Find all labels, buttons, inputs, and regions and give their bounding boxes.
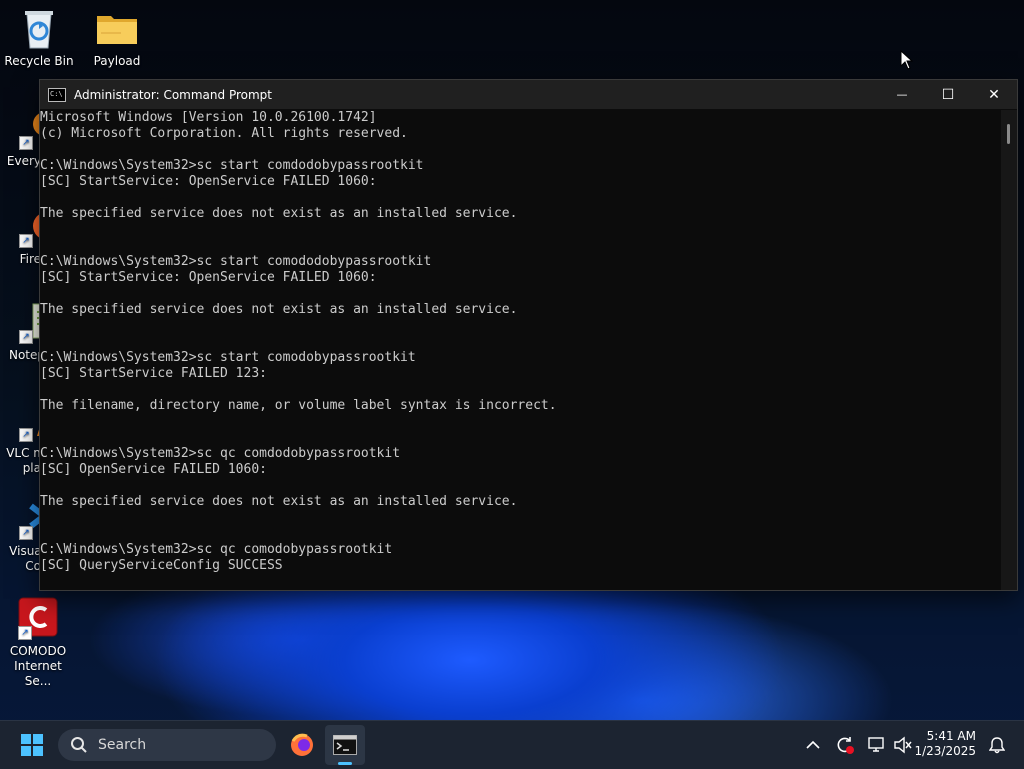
minimize-icon: — <box>896 88 908 101</box>
search-placeholder: Search <box>98 737 147 753</box>
desktop-icon-payload[interactable]: Payload <box>81 6 153 69</box>
console-line: [SC] StartService: OpenService FAILED 10… <box>40 270 377 285</box>
sync-status-button[interactable] <box>832 733 858 757</box>
clock-time: 5:41 AM <box>926 729 976 743</box>
desktop-icon-recycle-bin[interactable]: Recycle Bin <box>3 6 75 69</box>
close-button[interactable]: ✕ <box>971 80 1017 109</box>
shortcut-arrow-icon: ↗ <box>19 330 33 344</box>
shortcut-arrow-icon: ↗ <box>19 428 33 442</box>
console-line: (c) Microsoft Corporation. All rights re… <box>40 126 408 141</box>
sync-icon <box>837 737 854 754</box>
command-prompt-app-icon: C:\ <box>48 87 66 102</box>
console-line: [SC] OpenService FAILED 1060: <box>40 462 267 477</box>
maximize-icon: ☐ <box>941 86 955 103</box>
maximize-button[interactable]: ☐ <box>925 80 971 109</box>
desktop-icon-label: Payload <box>93 54 141 68</box>
console-line: C:\Windows\System32>sc start comododobyp… <box>40 254 432 269</box>
network-icon <box>868 737 884 752</box>
console-line: C:\Windows\System32>sc start comdodobypa… <box>40 158 424 173</box>
folder-icon <box>95 6 139 50</box>
shortcut-arrow-icon: ↗ <box>19 136 33 150</box>
bell-icon <box>989 737 1005 754</box>
scrollbar-thumb[interactable] <box>1007 124 1010 144</box>
console-line: C:\Windows\System32>sc qc comdodobypassr… <box>40 446 401 461</box>
console-line: [SC] StartService FAILED 123: <box>40 366 267 381</box>
chevron-up-icon <box>806 740 820 749</box>
console-line: C:\Windows\System32>sc qc comodobypassro… <box>40 542 393 557</box>
network-button[interactable] <box>865 733 889 757</box>
console-line: [SC] QueryServiceConfig SUCCESS <box>40 558 283 573</box>
taskbar: Search 5:41 AM 1/23/2025 <box>0 720 1024 769</box>
start-button[interactable] <box>14 729 50 761</box>
console-line: Microsoft Windows [Version 10.0.26100.17… <box>40 110 377 125</box>
command-prompt-window[interactable]: C:\ Administrator: Command Prompt — ☐ ✕ … <box>39 79 1018 591</box>
console-line: The specified service does not exist as … <box>40 206 518 221</box>
console-line: [SC] StartService: OpenService FAILED 10… <box>40 174 377 189</box>
console-line: The filename, directory name, or volume … <box>40 398 557 413</box>
notifications-button[interactable] <box>986 733 1008 757</box>
desktop-icon-label: Recycle Bin <box>4 54 74 68</box>
window-title: Administrator: Command Prompt <box>74 87 272 102</box>
search-icon <box>71 737 87 753</box>
console-line: The specified service does not exist as … <box>40 302 518 317</box>
desktop-icon-label: COMODO <box>9 644 67 658</box>
taskbar-command-prompt[interactable] <box>325 725 365 765</box>
console-line: The specified service does not exist as … <box>40 494 518 509</box>
taskbar-firefox[interactable] <box>284 727 320 763</box>
show-hidden-icons-button[interactable] <box>802 733 824 757</box>
desktop-icon-comodo[interactable]: ↗ COMODO Internet Se... <box>2 596 74 689</box>
vertical-scrollbar[interactable] <box>1001 110 1017 590</box>
recycle-bin-icon <box>17 6 61 50</box>
desktop-icon-label-line2: Internet Se... <box>14 659 62 688</box>
clock-date: 1/23/2025 <box>914 744 976 758</box>
windows-logo-icon <box>21 734 43 756</box>
close-icon: ✕ <box>988 86 1000 103</box>
shortcut-arrow-icon: ↗ <box>18 626 32 640</box>
console-output[interactable]: Microsoft Windows [Version 10.0.26100.17… <box>40 110 1001 590</box>
shortcut-arrow-icon: ↗ <box>19 526 33 540</box>
firefox-icon <box>291 733 313 756</box>
title-bar[interactable]: C:\ Administrator: Command Prompt — ☐ ✕ <box>40 80 1017 109</box>
minimize-button[interactable]: — <box>879 80 925 109</box>
active-app-indicator <box>338 762 352 765</box>
mouse-cursor-icon <box>900 50 914 70</box>
console-line: C:\Windows\System32>sc start comodobypas… <box>40 350 416 365</box>
comodo-icon: ↗ <box>16 596 60 640</box>
command-prompt-icon <box>333 735 357 755</box>
shortcut-arrow-icon: ↗ <box>19 234 33 248</box>
taskbar-search-box[interactable]: Search <box>58 729 276 761</box>
taskbar-clock[interactable]: 5:41 AM 1/23/2025 <box>896 729 976 759</box>
